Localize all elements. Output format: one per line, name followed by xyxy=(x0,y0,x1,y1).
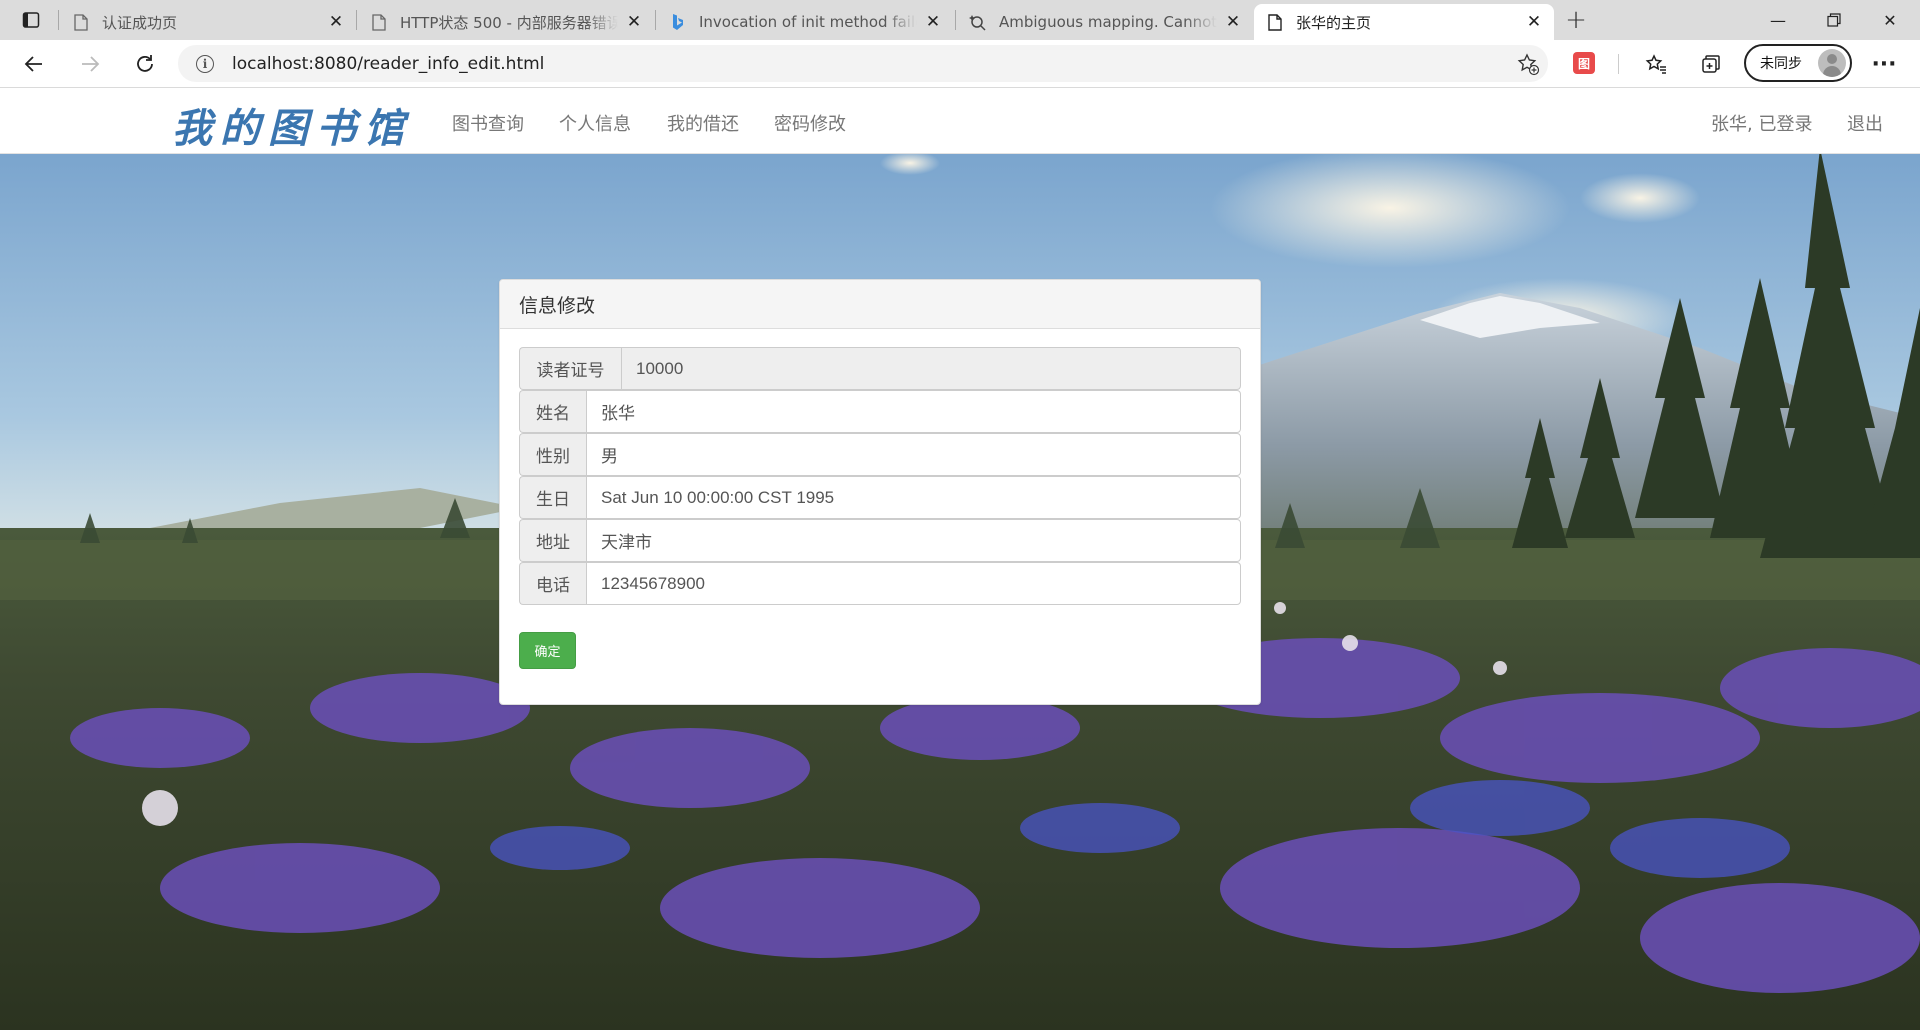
minimize-icon[interactable]: — xyxy=(1750,0,1806,40)
url-text[interactable]: localhost:8080/reader_info_edit.html xyxy=(232,54,544,74)
browser-tab[interactable]: 认证成功页 ✕ xyxy=(60,4,356,40)
field-label-birthday: 生日 xyxy=(519,476,586,519)
browser-tab[interactable]: HTTP状态 500 - 内部服务器错误 ✕ xyxy=(358,4,654,40)
field-label-address: 地址 xyxy=(519,519,586,562)
tab-separator xyxy=(655,10,656,30)
name-input[interactable]: 张华 xyxy=(586,390,1241,433)
field-label-name: 姓名 xyxy=(519,390,586,433)
field-address: 地址 天津市 xyxy=(519,519,1241,562)
page-icon xyxy=(370,13,388,31)
tab-title: HTTP状态 500 - 内部服务器错误 xyxy=(400,13,618,32)
page-icon xyxy=(72,13,90,31)
restore-icon[interactable] xyxy=(1806,0,1862,40)
brand-logo[interactable]: 我的图书馆 xyxy=(172,96,412,154)
tab-separator xyxy=(58,10,59,30)
new-tab-plus-icon[interactable]: + xyxy=(1560,5,1592,35)
birthday-input[interactable]: Sat Jun 10 00:00:00 CST 1995 xyxy=(586,476,1241,519)
field-label-gender: 性别 xyxy=(519,433,586,476)
user-status[interactable]: 张华, 已登录 xyxy=(1711,110,1812,136)
gender-input[interactable]: 男 xyxy=(586,433,1241,476)
close-icon[interactable]: ✕ xyxy=(1524,12,1544,32)
close-icon[interactable]: ✕ xyxy=(624,12,644,32)
address-input[interactable]: 天津市 xyxy=(586,519,1241,562)
info-edit-panel: 信息修改 读者证号 10000 姓名 张华 性别 男 生日 Sat Jun 10… xyxy=(499,279,1261,705)
tab-separator xyxy=(356,10,357,30)
reload-icon[interactable] xyxy=(127,46,163,82)
browser-tab-active[interactable]: 张华的主页 ✕ xyxy=(1254,4,1554,40)
nav-link-personal-info[interactable]: 个人信息 xyxy=(559,110,631,136)
collections-icon[interactable] xyxy=(1693,46,1729,82)
add-favorite-icon[interactable] xyxy=(1516,52,1540,76)
tab-actions-menu-icon[interactable] xyxy=(12,8,50,32)
phone-input[interactable]: 12345678900 xyxy=(586,562,1241,605)
favorites-icon[interactable] xyxy=(1638,46,1674,82)
profile-button[interactable]: 未同步 xyxy=(1744,44,1852,82)
profile-label: 未同步 xyxy=(1760,56,1802,72)
tab-title: 认证成功页 xyxy=(102,13,178,32)
tab-title: Invocation of init method failed; nested… xyxy=(699,13,917,31)
card-id-input: 10000 xyxy=(621,347,1241,390)
top-navbar: 我的图书馆 图书查询 个人信息 我的借还 密码修改 张华, 已登录 退出 xyxy=(0,88,1920,154)
address-bar[interactable]: i localhost:8080/reader_info_edit.html xyxy=(178,45,1548,82)
browser-tab[interactable]: Ambiguous mapping. Cannot map ✕ xyxy=(957,4,1253,40)
nav-link-book-search[interactable]: 图书查询 xyxy=(452,110,524,136)
browser-toolbar: i localhost:8080/reader_info_edit.html 图… xyxy=(0,40,1920,88)
nav-link-change-password[interactable]: 密码修改 xyxy=(774,110,846,136)
browser-tab[interactable]: Invocation of init method failed; nested… xyxy=(657,4,953,40)
back-arrow-icon[interactable] xyxy=(16,46,52,82)
page-icon xyxy=(1266,13,1284,31)
info-edit-form: 读者证号 10000 姓名 张华 性别 男 生日 Sat Jun 10 00:0… xyxy=(500,329,1260,669)
close-icon[interactable]: ✕ xyxy=(923,12,943,32)
forward-arrow-icon[interactable] xyxy=(72,46,108,82)
tab-title: Ambiguous mapping. Cannot map xyxy=(999,13,1217,31)
field-label-card-id: 读者证号 xyxy=(519,347,621,390)
close-icon[interactable]: ✕ xyxy=(326,12,346,32)
logout-link[interactable]: 退出 xyxy=(1847,110,1883,136)
field-label-phone: 电话 xyxy=(519,562,586,605)
nav-link-my-borrowing[interactable]: 我的借还 xyxy=(667,110,739,136)
close-icon[interactable]: ✕ xyxy=(1223,12,1243,32)
toolbar-divider xyxy=(1618,54,1619,74)
panel-title: 信息修改 xyxy=(500,280,1260,329)
field-phone: 电话 12345678900 xyxy=(519,562,1241,605)
submit-button[interactable]: 确定 xyxy=(519,632,576,669)
search-sparkle-icon xyxy=(969,13,987,31)
tab-separator xyxy=(955,10,956,30)
extension-icon[interactable]: 图 xyxy=(1573,52,1595,74)
browser-tab-strip: 认证成功页 ✕ HTTP状态 500 - 内部服务器错误 ✕ Invocatio… xyxy=(0,0,1920,40)
tab-title: 张华的主页 xyxy=(1296,13,1372,32)
site-info-icon[interactable]: i xyxy=(196,54,214,73)
field-gender: 性别 男 xyxy=(519,433,1241,476)
page-viewport: 我的图书馆 图书查询 个人信息 我的借还 密码修改 张华, 已登录 退出 信息修… xyxy=(0,88,1920,1030)
field-birthday: 生日 Sat Jun 10 00:00:00 CST 1995 xyxy=(519,476,1241,519)
field-name: 姓名 张华 xyxy=(519,390,1241,433)
field-card-id: 读者证号 10000 xyxy=(519,347,1241,390)
avatar-icon xyxy=(1818,49,1846,77)
more-options-icon[interactable]: ··· xyxy=(1866,46,1902,82)
window-close-icon[interactable]: ✕ xyxy=(1862,0,1918,40)
bing-icon xyxy=(669,13,687,31)
